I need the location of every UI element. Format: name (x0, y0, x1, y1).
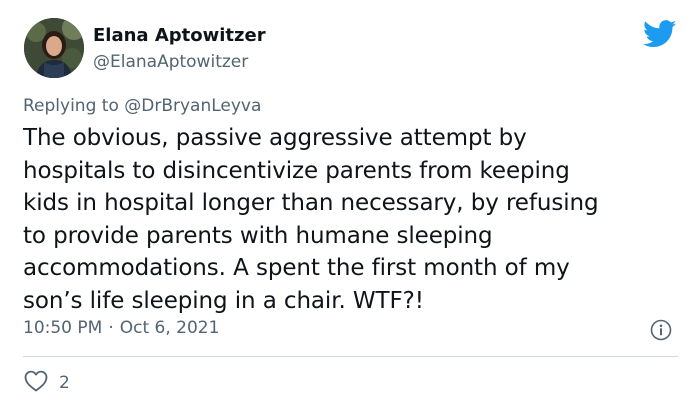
like-button[interactable]: 2 (24, 370, 70, 396)
like-count: 2 (59, 373, 70, 393)
heart-icon (24, 370, 48, 396)
author-handle[interactable]: @ElanaAptowitzer (93, 52, 248, 72)
tweet-text-line: to provide parents with humane sleeping (23, 222, 493, 249)
avatar-image (24, 18, 84, 78)
tweet-text-line: The obvious, passive aggressive attempt … (23, 125, 527, 151)
divider (23, 356, 678, 357)
author-name[interactable]: Elana Aptowitzer (93, 25, 266, 46)
reply-mention-link[interactable]: @DrBryanLeyva (124, 96, 261, 116)
tweet-text-line: accommodations. A spent the first month … (23, 255, 570, 282)
author-avatar[interactable] (24, 18, 84, 78)
tweet-text-line: kids in hospital longer than necessary, … (23, 190, 599, 217)
info-icon[interactable] (650, 319, 672, 341)
replying-to: Replying to @DrBryanLeyva (23, 96, 261, 116)
meta-separator: · (108, 318, 114, 338)
tweet-card: Elana Aptowitzer @ElanaAptowitzer Replyi… (0, 0, 700, 410)
tweet-text: The obvious, passive aggressive attempt … (23, 122, 683, 318)
tweet-text-line: hospitals to disincentivize parents from… (23, 157, 570, 184)
replying-to-label: Replying to (23, 96, 119, 116)
tweet-text-line: son’s life sleeping in a chair. WTF?! (23, 287, 424, 314)
tweet-time: 10:50 PM (23, 318, 103, 338)
tweet-timestamp[interactable]: 10:50 PM · Oct 6, 2021 (23, 318, 219, 338)
twitter-bird-icon[interactable] (642, 20, 677, 48)
tweet-date: Oct 6, 2021 (119, 318, 220, 338)
